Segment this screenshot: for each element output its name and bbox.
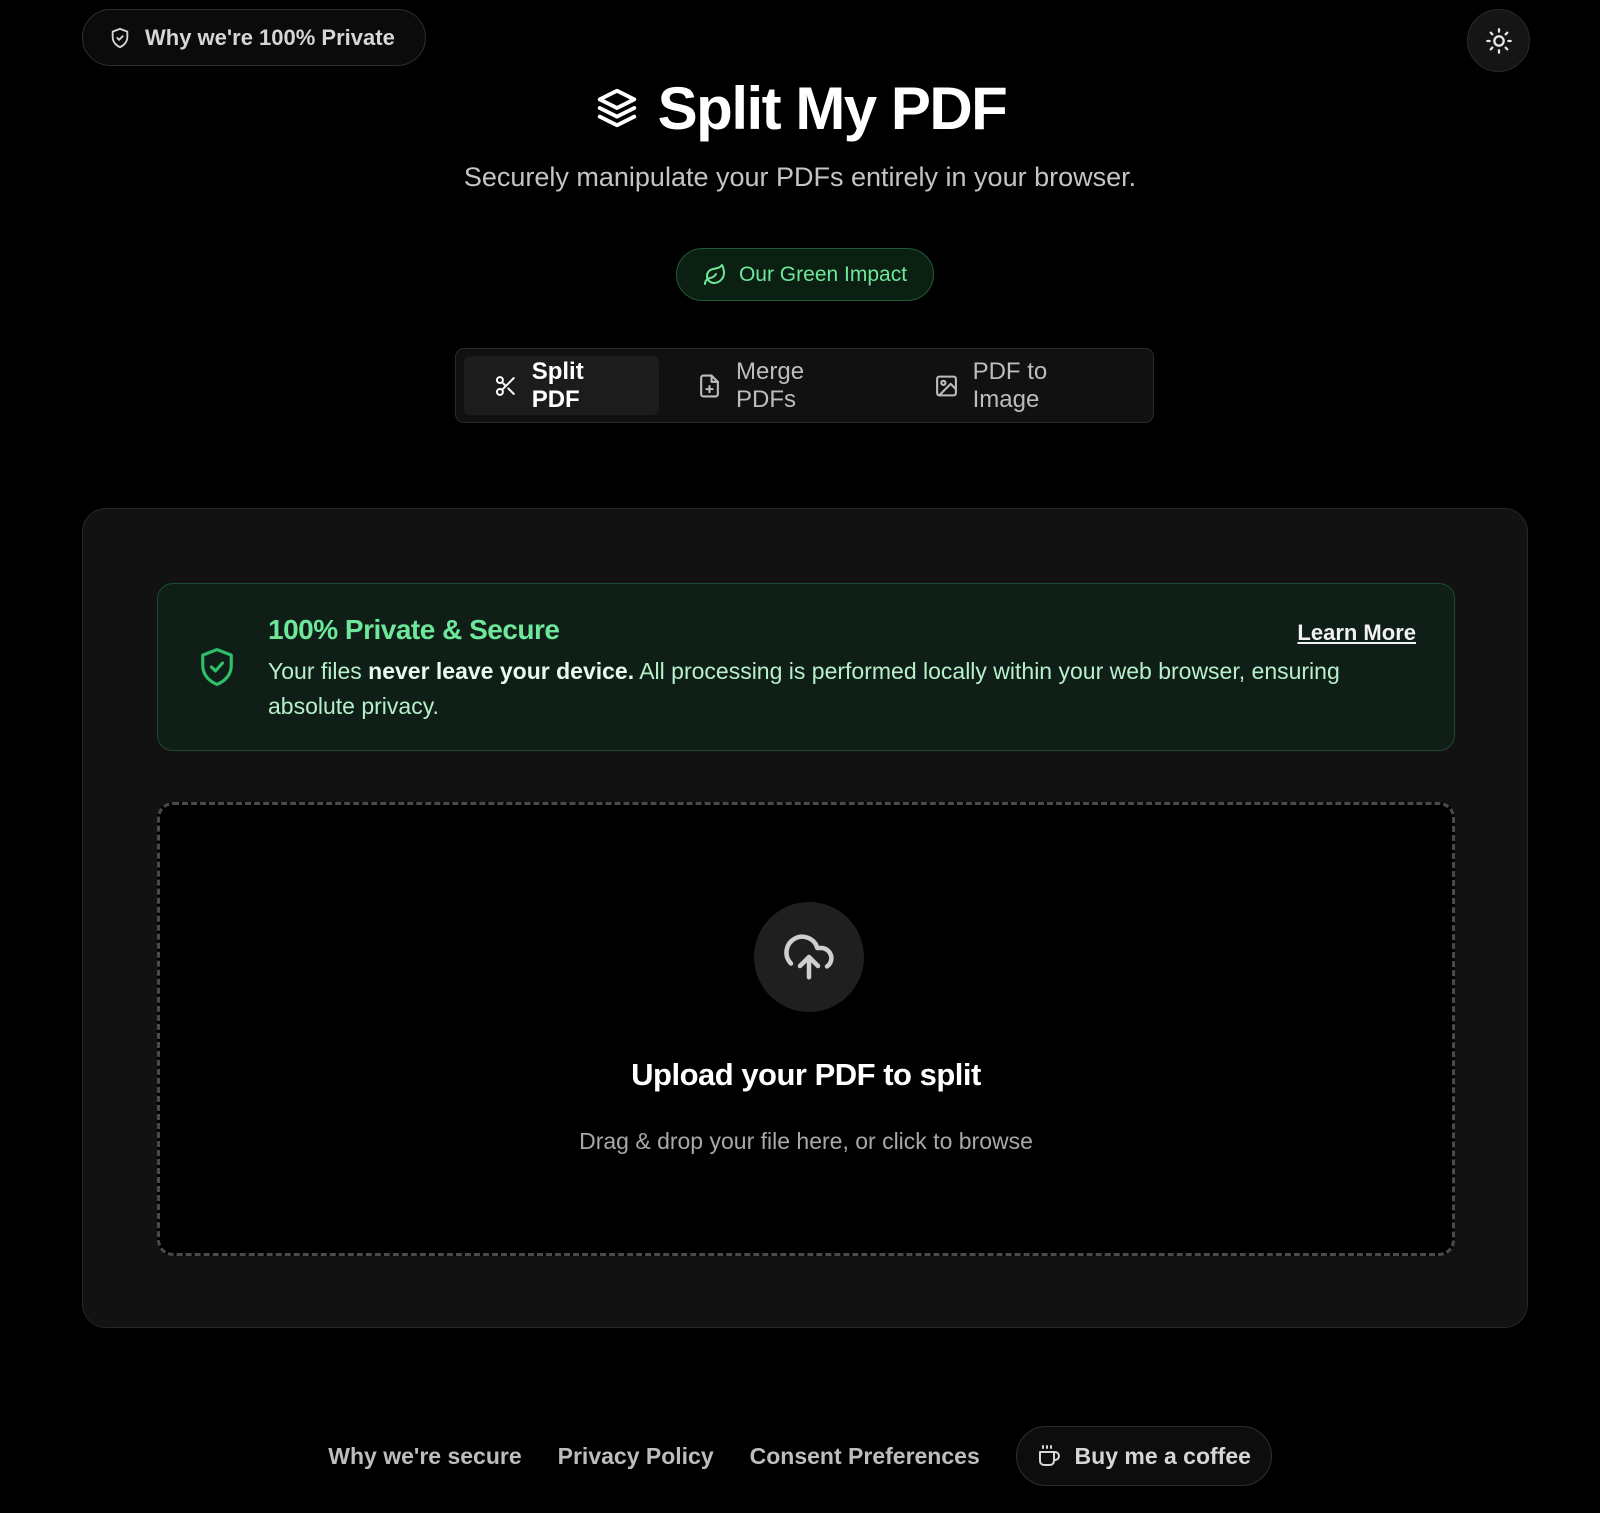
leaf-icon [703,263,725,285]
tab-split-pdf[interactable]: Split PDF [464,356,660,415]
cloud-upload-icon [784,934,834,980]
buy-coffee-label: Buy me a coffee [1074,1442,1251,1469]
scissors-icon [495,375,515,396]
buy-coffee-button[interactable]: Buy me a coffee [1015,1426,1272,1486]
coffee-icon [1038,1445,1060,1466]
tab-pdf-to-image[interactable]: PDF to Image [904,356,1145,415]
learn-more-link[interactable]: Learn More [1297,620,1416,646]
banner-text-bold: never leave your device. [368,658,635,684]
shield-check-icon [111,27,129,48]
file-plus-icon [700,374,719,397]
image-icon [935,375,957,396]
privacy-banner: 100% Private & Secure Learn More Your fi… [157,583,1455,751]
page-subtitle: Securely manipulate your PDFs entirely i… [463,162,1137,192]
upload-icon-circle [754,902,864,1012]
tab-merge-pdfs[interactable]: Merge PDFs [667,356,896,415]
banner-title: 100% Private & Secure [268,614,560,645]
why-private-label: Why we're 100% Private [145,24,395,50]
sun-icon [1485,27,1512,54]
green-impact-button[interactable]: Our Green Impact [676,248,934,301]
upload-dropzone[interactable]: Upload your PDF to split Drag & drop you… [157,802,1455,1256]
title-row: Split My PDF [0,68,1600,148]
dropzone-title: Upload your PDF to split [631,1057,981,1092]
tab-split-pdf-label: Split PDF [531,357,584,413]
footer: Why we're secure Privacy Policy Consent … [0,1426,1600,1486]
banner-text-prefix: Your files [268,658,369,684]
tab-merge-pdfs-label: Merge PDFs [736,357,805,413]
dropzone-subtitle: Drag & drop your file here, or click to … [579,1128,1033,1154]
footer-link-privacy-policy[interactable]: Privacy Policy [558,1443,714,1470]
main-card: 100% Private & Secure Learn More Your fi… [82,508,1528,1328]
banner-text: Your files never leave your device. All … [268,654,1428,724]
footer-link-why-secure[interactable]: Why we're secure [328,1443,521,1470]
why-private-button[interactable]: Why we're 100% Private [82,9,426,66]
layers-icon [597,88,636,128]
footer-link-consent-preferences[interactable]: Consent Preferences [750,1443,980,1470]
green-impact-label: Our Green Impact [738,262,908,286]
page-title: Split My PDF [657,74,1008,142]
theme-toggle-button[interactable] [1467,9,1530,72]
tab-pdf-to-image-label: PDF to Image [972,357,1048,413]
shield-check-icon [201,647,233,686]
tool-tabs: Split PDF Merge PDFs PDF to Image [455,348,1154,423]
